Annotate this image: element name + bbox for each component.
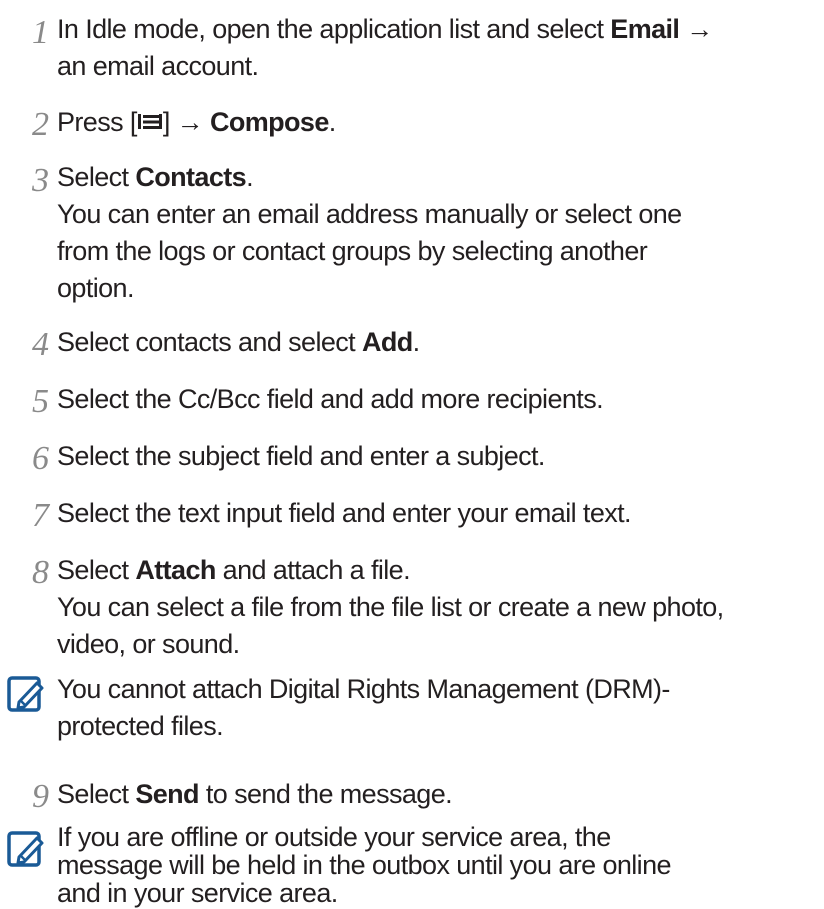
step-line: video, or sound.: [57, 629, 240, 659]
step-line: Select the text input field and enter yo…: [57, 498, 632, 528]
note-text: You cannot attach Digital Rights Managem…: [57, 671, 817, 745]
note-pencil-icon: [7, 676, 47, 716]
step-line: Press [] → Compose.: [57, 104, 817, 141]
note-line: message will be held in the outbox until…: [57, 850, 672, 880]
step-line: You can enter an email address manually …: [57, 199, 682, 229]
step-text: Select contacts and select Add.: [57, 324, 817, 361]
step-text: Select Attach and attach a file. You can…: [57, 552, 817, 663]
ui-term-compose: Compose: [209, 107, 329, 137]
ui-term-send: Send: [135, 779, 199, 809]
step-line: Select contacts and select Add.: [57, 327, 420, 357]
step-line: You can select a file from the file list…: [57, 592, 724, 622]
step-text: Press [] → Compose.: [57, 104, 817, 141]
ui-term-contacts: Contacts: [135, 162, 247, 192]
note-pencil-icon: [7, 831, 47, 871]
step-line: Select the Cc/Bcc field and add more rec…: [57, 384, 604, 414]
step-line: Select Attach and attach a file.: [57, 555, 411, 585]
note-line: You cannot attach Digital Rights Managem…: [57, 674, 670, 704]
step-line: Select the subject field and enter a sub…: [57, 441, 545, 471]
step-text: Select the text input field and enter yo…: [57, 495, 817, 532]
step-line: from the logs or contact groups by selec…: [57, 236, 648, 266]
step-text: In Idle mode, open the application list …: [57, 11, 817, 85]
step-text: Select the Cc/Bcc field and add more rec…: [57, 381, 817, 418]
step-line: Select Send to send the message.: [57, 779, 453, 809]
manual-page: 1 In Idle mode, open the application lis…: [0, 0, 824, 909]
step-text: Select Contacts. You can enter an email …: [57, 159, 817, 307]
step-text: Select Send to send the message.: [57, 776, 817, 813]
ui-term-add: Add: [361, 327, 413, 357]
step-line: In Idle mode, open the application list …: [57, 14, 713, 44]
note-line: and in your service area.: [57, 878, 338, 908]
note-line: protected files.: [57, 711, 224, 741]
note-text: If you are offline or outside your servi…: [57, 823, 817, 907]
step-text: Select the subject field and enter a sub…: [57, 438, 817, 475]
ui-term-email: Email: [610, 14, 680, 44]
note-line: If you are offline or outside your servi…: [57, 822, 611, 852]
ui-term-attach: Attach: [135, 555, 216, 585]
step-line: option.: [57, 273, 134, 303]
step-line: an email account.: [57, 51, 259, 81]
step-line: Select Contacts.: [57, 162, 254, 192]
menu-key-icon: [137, 103, 163, 140]
